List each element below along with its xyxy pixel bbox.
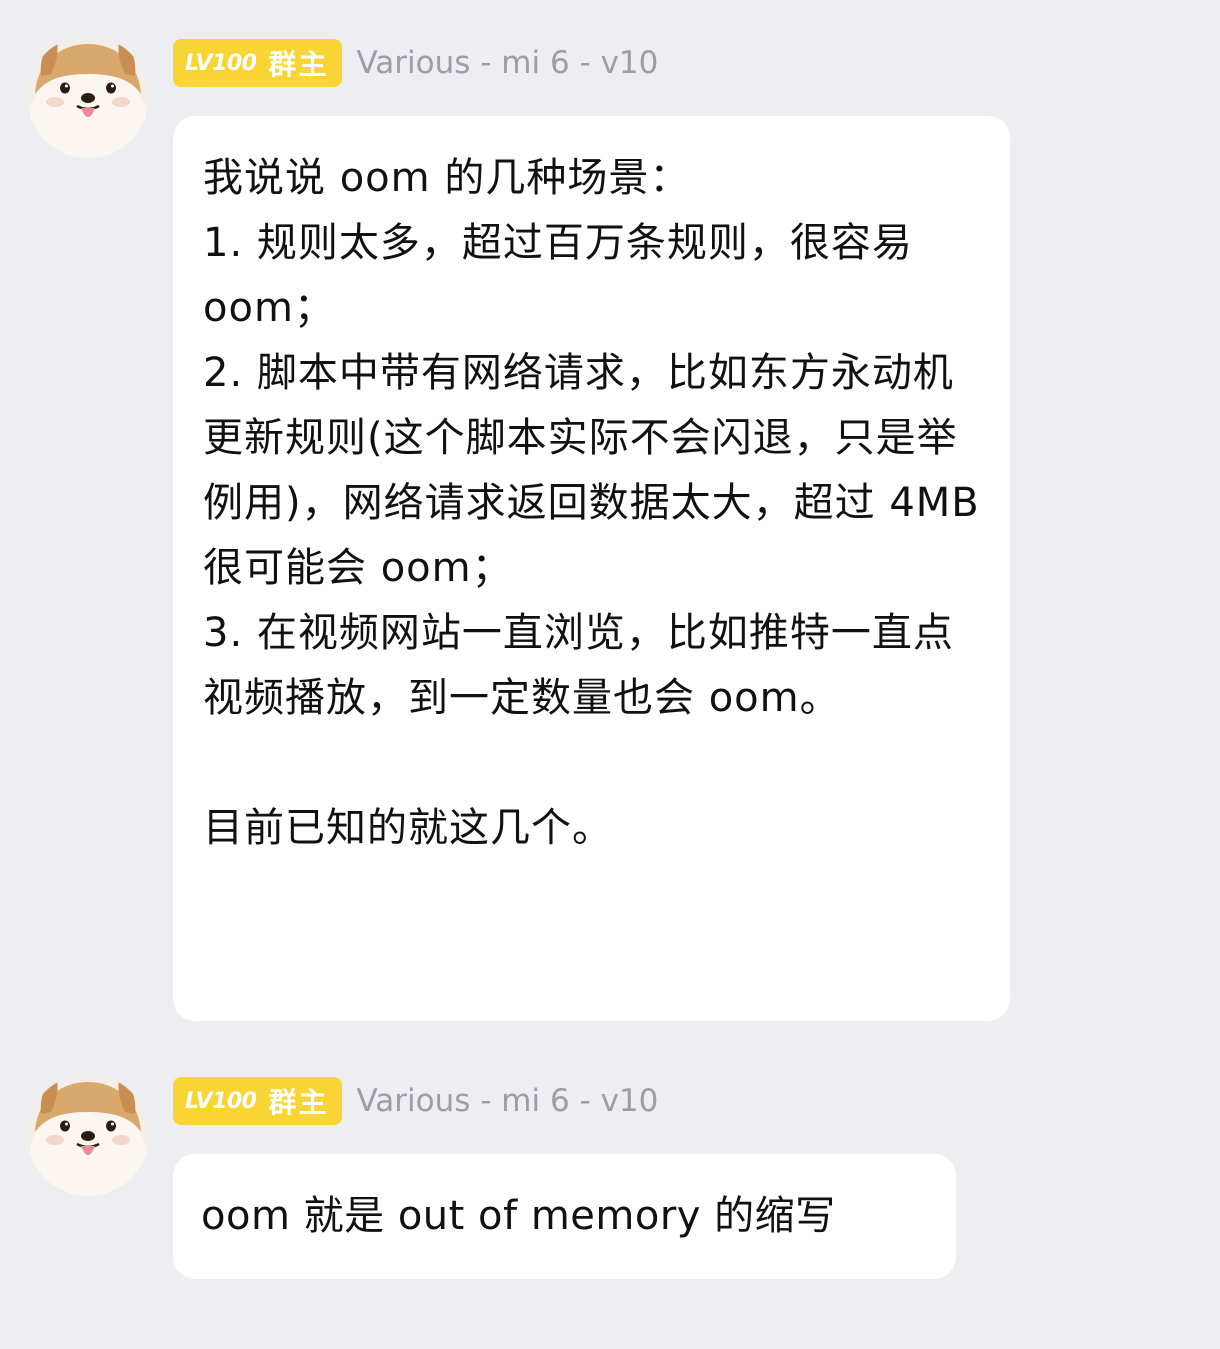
message-text: oom 就是 out of memory 的缩写 (201, 1193, 836, 1239)
user-avatar[interactable] (27, 36, 149, 158)
user-avatar[interactable] (27, 1074, 149, 1196)
role-badge: 群主 (268, 48, 329, 81)
level-badge: LV100 (185, 50, 257, 76)
member-badge: LV100 群主 (173, 1077, 343, 1125)
message-header: LV100 群主 Various - mi 6 - v10 (173, 1077, 658, 1125)
shiba-dog-avatar-icon (27, 1074, 149, 1196)
message-header: LV100 群主 Various - mi 6 - v10 (173, 39, 658, 87)
role-badge: 群主 (268, 1086, 329, 1119)
sender-nickname[interactable]: Various - mi 6 - v10 (356, 45, 658, 81)
message-text: 我说说 oom 的几种场景： 1. 规则太多，超过百万条规则，很容易 oom； … (203, 155, 980, 851)
sender-nickname[interactable]: Various - mi 6 - v10 (356, 1083, 658, 1119)
shiba-dog-avatar-icon (27, 36, 149, 158)
level-badge: LV100 (185, 1088, 257, 1114)
message-bubble[interactable]: oom 就是 out of memory 的缩写 (173, 1154, 956, 1279)
message-bubble[interactable]: 我说说 oom 的几种场景： 1. 规则太多，超过百万条规则，很容易 oom； … (173, 116, 1010, 1021)
member-badge: LV100 群主 (173, 39, 343, 87)
